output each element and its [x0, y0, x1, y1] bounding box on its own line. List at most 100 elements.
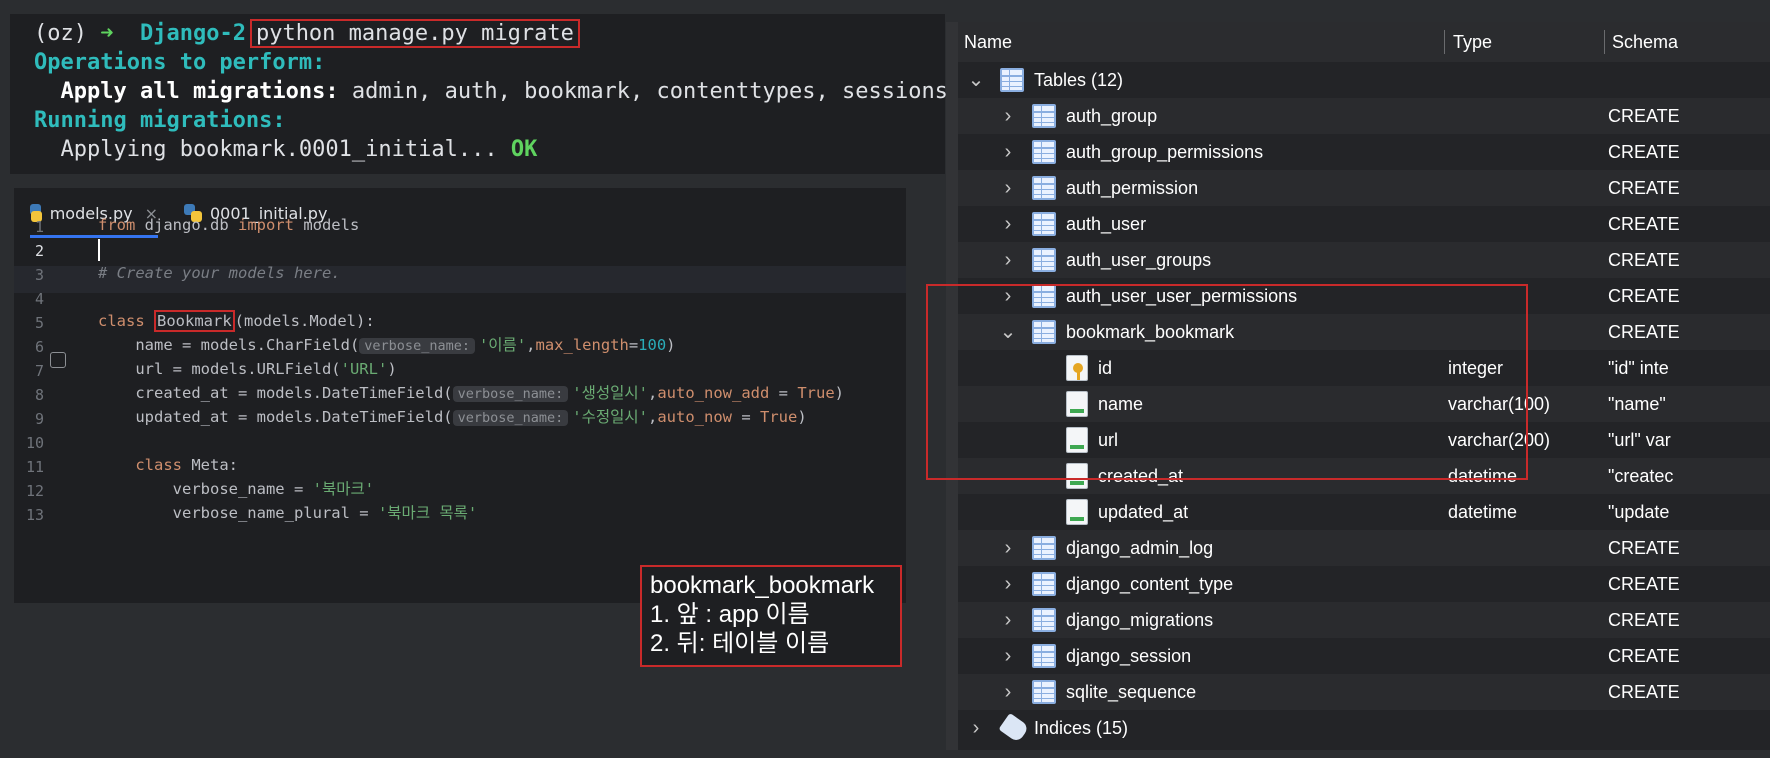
parameter-hint: verbose_name:	[359, 338, 475, 354]
chevron-right-icon[interactable]: ›	[998, 674, 1018, 710]
table-icon	[1032, 104, 1056, 128]
table-row[interactable]: › auth_user_groups CREATE	[958, 242, 1770, 278]
apply-label: Apply all migrations:	[60, 79, 339, 104]
chevron-right-icon[interactable]: ›	[998, 170, 1018, 206]
code-area[interactable]: from django.db import models # Create yo…	[14, 188, 906, 603]
prompt-directory: Django-2	[139, 21, 246, 46]
table-icon	[1032, 644, 1056, 668]
terminal-panel[interactable]: (oz) ➜ Django-2 python manage.py migrate …	[10, 14, 948, 174]
running-migrations-heading: Running migrations:	[34, 108, 286, 133]
table-schema: CREATE	[1608, 682, 1680, 702]
table-schema: CREATE	[1608, 646, 1680, 666]
code-line-9: updated_at = models.DateTimeField(verbos…	[98, 408, 807, 426]
field-row[interactable]: updated_at datetime "update	[958, 494, 1770, 530]
chevron-right-icon[interactable]: ›	[998, 206, 1018, 242]
table-name: auth_user	[1066, 214, 1147, 234]
table-schema: CREATE	[1608, 610, 1680, 630]
table-schema: CREATE	[1608, 250, 1680, 270]
bookmark-table-highlight	[926, 284, 1528, 480]
applying-line: Applying bookmark.0001_initial... OK	[34, 135, 537, 164]
code-line-1: from django.db import models	[98, 216, 360, 234]
table-row[interactable]: › django_migrations CREATE	[958, 602, 1770, 638]
table-row[interactable]: › auth_user CREATE	[958, 206, 1770, 242]
table-icon	[1032, 140, 1056, 164]
operations-heading: Operations to perform:	[34, 50, 326, 75]
table-row[interactable]: › auth_group CREATE	[958, 98, 1770, 134]
terminal-prompt-line: (oz) ➜ Django-2 python manage.py migrate	[34, 19, 580, 48]
chevron-right-icon[interactable]: ›	[966, 710, 986, 746]
column-divider[interactable]	[1444, 30, 1445, 54]
tables-group-row[interactable]: ⌄ Tables (12)	[958, 62, 1770, 98]
chevron-right-icon[interactable]: ›	[998, 530, 1018, 566]
table-row[interactable]: › auth_permission CREATE	[958, 170, 1770, 206]
table-name: django_admin_log	[1066, 538, 1214, 558]
table-icon	[1032, 608, 1056, 632]
table-schema: CREATE	[1608, 106, 1680, 126]
migrate-command: python manage.py migrate	[249, 19, 580, 48]
table-name: auth_permission	[1066, 178, 1199, 198]
chevron-right-icon[interactable]: ›	[998, 98, 1018, 134]
chevron-down-icon[interactable]: ⌄	[966, 62, 986, 98]
table-schema: CREATE	[1608, 142, 1680, 162]
field-schema: "update	[1608, 502, 1670, 522]
table-icon	[1032, 176, 1056, 200]
parameter-hint: verbose_name:	[452, 410, 569, 426]
code-line-5: class Bookmark (models.Model):	[98, 310, 375, 332]
annotation-point-2: 2. 뒤: 테이블 이름	[650, 630, 830, 657]
chevron-right-icon[interactable]: ›	[998, 242, 1018, 278]
table-name: auth_group	[1066, 106, 1158, 126]
code-line-12: verbose_name = '북마크'	[98, 480, 375, 498]
field-icon	[1066, 499, 1088, 525]
code-line-3: # Create your models here.	[98, 264, 341, 282]
indices-group-row[interactable]: › Indices (15)	[958, 710, 1770, 746]
prompt-env: (oz)	[34, 21, 87, 46]
chevron-right-icon[interactable]: ›	[998, 602, 1018, 638]
table-name: sqlite_sequence	[1066, 682, 1197, 702]
table-row[interactable]: › django_session CREATE	[958, 638, 1770, 674]
field-type: datetime	[1448, 502, 1518, 522]
chevron-right-icon[interactable]: ›	[998, 638, 1018, 674]
field-name: updated_at	[1098, 502, 1189, 522]
column-header-type[interactable]: Type	[1453, 22, 1492, 62]
class-name-highlight: Bookmark	[154, 310, 235, 332]
text-caret	[98, 238, 100, 261]
annotation-point-1: 1. 앞 : app 이름	[650, 601, 810, 628]
chevron-right-icon[interactable]: ›	[998, 566, 1018, 602]
column-header-name[interactable]: Name	[964, 22, 1012, 62]
index-tag-icon	[998, 712, 1030, 744]
field-schema: "url" var	[1608, 430, 1671, 450]
table-schema: CREATE	[1608, 178, 1680, 198]
table-name: auth_group_permissions	[1066, 142, 1264, 162]
column-divider[interactable]	[1604, 30, 1605, 54]
code-line-11: class Meta:	[135, 456, 238, 474]
ok-status: OK	[510, 137, 538, 162]
table-row[interactable]: › sqlite_sequence CREATE	[958, 674, 1770, 710]
table-row[interactable]: › django_admin_log CREATE	[958, 530, 1770, 566]
table-schema: CREATE	[1608, 538, 1680, 558]
indices-group-label: Indices (15)	[1034, 718, 1129, 738]
table-icon	[1032, 536, 1056, 560]
table-name-annotation: bookmark_bookmark 1. 앞 : app 이름 2. 뒤: 테이…	[640, 565, 902, 667]
code-line-2	[98, 236, 100, 263]
chevron-right-icon[interactable]: ›	[998, 134, 1018, 170]
table-schema: CREATE	[1608, 574, 1680, 594]
table-row[interactable]: › auth_group_permissions CREATE	[958, 134, 1770, 170]
column-header-schema[interactable]: Schema	[1612, 22, 1678, 62]
code-line-7: url = models.URLField('URL')	[98, 360, 397, 378]
table-name: auth_user_groups	[1066, 250, 1212, 270]
table-icon	[1032, 572, 1056, 596]
tables-group-label: Tables (12)	[1034, 70, 1124, 90]
column-header-row: Name Type Schema	[958, 22, 1770, 62]
table-icon	[1032, 248, 1056, 272]
table-icon	[1032, 212, 1056, 236]
code-line-6: name = models.CharField(verbose_name: '이름…	[98, 336, 676, 354]
apply-value: admin, auth, bookmark, contenttypes, ses…	[338, 79, 948, 104]
table-schema: CREATE	[1608, 322, 1680, 342]
applying-text: Applying bookmark.0001_initial...	[34, 137, 511, 162]
annotation-title: bookmark_bookmark	[650, 572, 875, 599]
table-row[interactable]: › django_content_type CREATE	[958, 566, 1770, 602]
prompt-arrow: ➜	[100, 21, 114, 46]
table-schema: CREATE	[1608, 286, 1680, 306]
apply-migrations-line: Apply all migrations: admin, auth, bookm…	[34, 77, 948, 106]
parameter-hint: verbose_name:	[452, 386, 569, 402]
